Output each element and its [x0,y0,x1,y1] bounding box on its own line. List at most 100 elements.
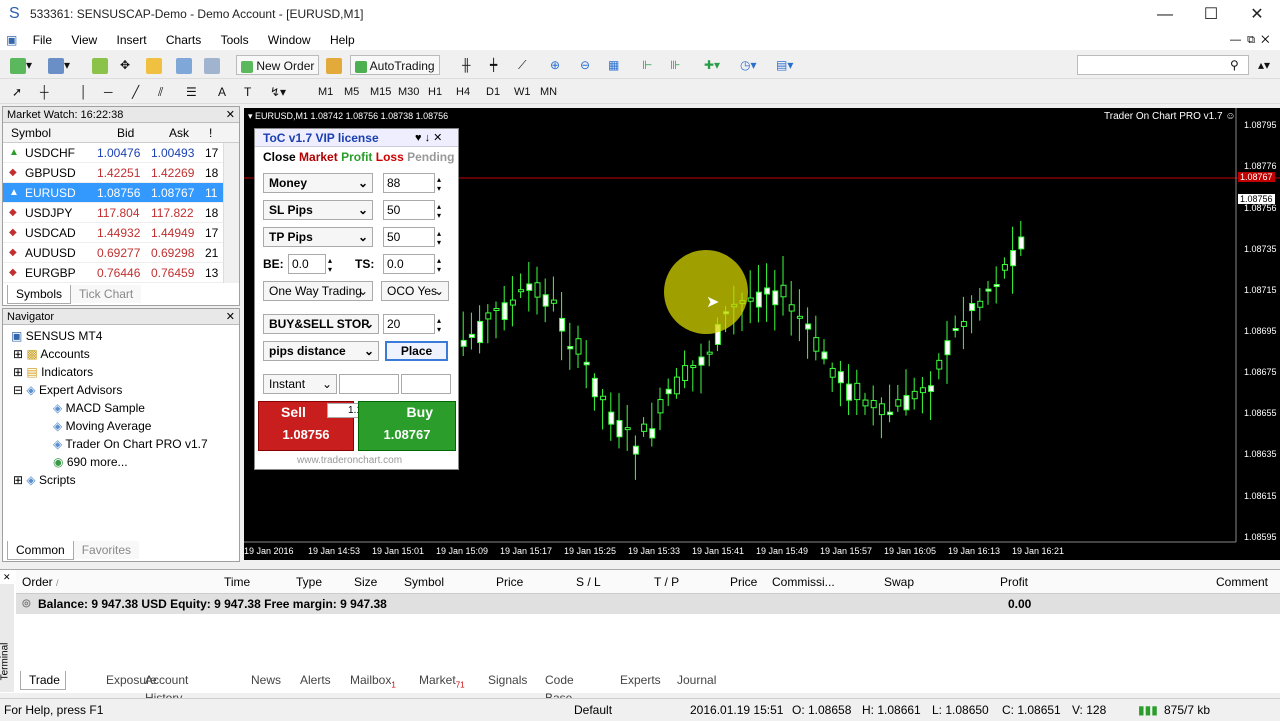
line-chart-icon[interactable]: ⟋ [518,55,526,75]
market-watch-row[interactable]: ◆ USDCAD 1.44932 1.44949 17 [3,223,239,243]
col-sl[interactable]: S / L [576,575,601,589]
zoom-out-icon[interactable]: ⊖ [580,55,590,75]
periods-icon[interactable]: ◷▾ [740,55,757,75]
col-type[interactable]: Type [296,575,322,589]
col-price[interactable]: Price [496,575,523,589]
autoscroll-icon[interactable]: ⊩ [642,55,652,75]
col-price-2[interactable]: Price [730,575,757,589]
nav-expert-advisors[interactable]: ⊟ ◈ Expert Advisors [13,381,122,399]
money-stepper[interactable]: ▴ ▾ [437,175,441,193]
tp-stepper[interactable]: ▴ ▾ [437,229,441,247]
sl-input[interactable]: 50 [383,200,435,220]
ts-input[interactable]: 0.0 [383,254,435,274]
tab-tick-chart[interactable]: Tick Chart [71,285,142,303]
market-watch-row[interactable]: ◆ USDJPY 117.804 117.822 18 [3,203,239,223]
nav-scripts[interactable]: ⊞ ◈ Scripts [13,471,76,489]
market-watch-row[interactable]: ◆ GBPUSD 1.42251 1.42269 18 [3,163,239,183]
tab-favorites[interactable]: Favorites [73,541,140,559]
menu-help[interactable]: Help [322,30,363,50]
candle-chart-icon[interactable]: ┿ [490,55,497,75]
menu-file[interactable]: File [25,30,60,50]
crosshair-tool-icon[interactable]: ┼ [40,82,49,102]
market-watch-icon[interactable] [92,55,108,75]
col-profit[interactable]: Profit [1000,575,1028,589]
tab-alerts[interactable]: Alerts [300,671,331,689]
vertical-line-icon[interactable]: │ [80,82,88,102]
tf-m15[interactable]: M15 [370,82,391,102]
tf-w1[interactable]: W1 [514,82,531,102]
tab-market[interactable]: Market71 [419,671,465,694]
horizontal-line-icon[interactable]: ─ [104,82,113,102]
toc-loss-tab[interactable]: Loss [376,150,404,164]
col-symbol[interactable]: Symbol [404,575,444,589]
menu-tools[interactable]: Tools [213,30,257,50]
tp-select[interactable]: TP Pips ⌄ [263,227,373,247]
mode-select[interactable]: One Way Trading ⌄ [263,281,373,301]
tf-h4[interactable]: H4 [456,82,470,102]
extra-input-2[interactable] [401,374,451,394]
menu-charts[interactable]: Charts [158,30,209,50]
indicators-icon[interactable]: ✚▾ [704,55,720,75]
nav-trader-on-chart[interactable]: ◈ Trader On Chart PRO v1.7 [53,435,208,453]
col-commission[interactable]: Commissi... [772,575,835,589]
money-input[interactable]: 88 [383,173,435,193]
toc-site[interactable]: www.traderonchart.com [297,455,402,466]
close-icon[interactable]: ✕ [226,107,235,123]
ts-stepper[interactable]: ▴ ▾ [437,256,441,274]
new-chart-icon[interactable]: ▾ [10,55,32,75]
col-bid[interactable]: Bid [117,123,134,143]
col-symbol[interactable]: Symbol [11,123,51,143]
bar-chart-icon[interactable]: ╫ [462,55,471,75]
status-profile[interactable]: Default [574,699,612,721]
arrows-icon[interactable]: ↯▾ [270,82,286,102]
nav-root[interactable]: ▣ SENSUS MT4 [11,327,102,345]
maximize-icon[interactable]: ☐ [1188,0,1234,30]
close-icon[interactable]: ✕ [1234,0,1280,30]
tab-news[interactable]: News [251,671,281,689]
nav-indicators[interactable]: ⊞ ▤ Indicators [13,363,93,381]
nav-accounts[interactable]: ⊞ ▩ Accounts [13,345,90,363]
tab-mailbox[interactable]: Mailbox1 [350,671,396,694]
toc-market-tab[interactable]: Market [299,150,338,164]
oco-select[interactable]: OCO Yes ⌄ [381,281,449,301]
tf-m30[interactable]: M30 [398,82,419,102]
nav-more[interactable]: ◉ 690 more... [53,453,128,471]
cursor-icon[interactable]: ➚ [12,82,22,102]
menu-view[interactable]: View [63,30,105,50]
templates-icon[interactable]: ▤▾ [776,55,793,75]
market-watch-row[interactable]: ▲ USDCHF 1.00476 1.00493 17 [3,143,239,163]
close-icon[interactable]: ✕ [3,572,11,583]
col-tp[interactable]: T / P [654,575,679,589]
tile-icon[interactable]: ▦ [608,55,619,75]
tf-mn[interactable]: MN [540,82,557,102]
trendline-icon[interactable]: ╱ [132,82,139,102]
tp-input[interactable]: 50 [383,227,435,247]
autotrading-button[interactable]: AutoTrading [350,55,440,75]
col-swap[interactable]: Swap [884,575,914,589]
toc-pending-tab[interactable]: Pending [407,150,454,164]
exec-select[interactable]: Instant ⌄ [263,374,337,394]
meta-editor-icon[interactable] [326,55,342,75]
mdi-controls[interactable]: — ⧉ ✕ [1222,30,1277,50]
tf-m1[interactable]: M1 [318,82,333,102]
tab-symbols[interactable]: Symbols [7,285,72,304]
fibo-icon[interactable]: ☰ [186,82,197,102]
tf-m5[interactable]: M5 [344,82,359,102]
tf-h1[interactable]: H1 [428,82,442,102]
order-type-select[interactable]: BUY&SELL STOP ⌄ [263,314,379,334]
tf-d1[interactable]: D1 [486,82,500,102]
place-button[interactable]: Place [385,341,448,361]
distance-select[interactable]: pips distance ⌄ [263,341,379,361]
tab-journal[interactable]: Journal [677,671,716,689]
crosshair-icon[interactable]: ✥ [120,55,130,75]
chart-shift-icon[interactable]: ⊪ [670,55,680,75]
nav-macd-sample[interactable]: ◈ MACD Sample [53,399,145,417]
tab-experts[interactable]: Experts [620,671,661,689]
distance-input[interactable]: 20 [383,314,435,334]
menu-window[interactable]: Window [260,30,319,50]
toolbar-scroll-icon[interactable]: ▴▾ [1258,55,1270,75]
col-size[interactable]: Size [354,575,377,589]
col-time[interactable]: Time [224,575,250,589]
toc-profit-tab[interactable]: Profit [341,150,372,164]
channel-icon[interactable]: ⫽ [158,82,163,102]
